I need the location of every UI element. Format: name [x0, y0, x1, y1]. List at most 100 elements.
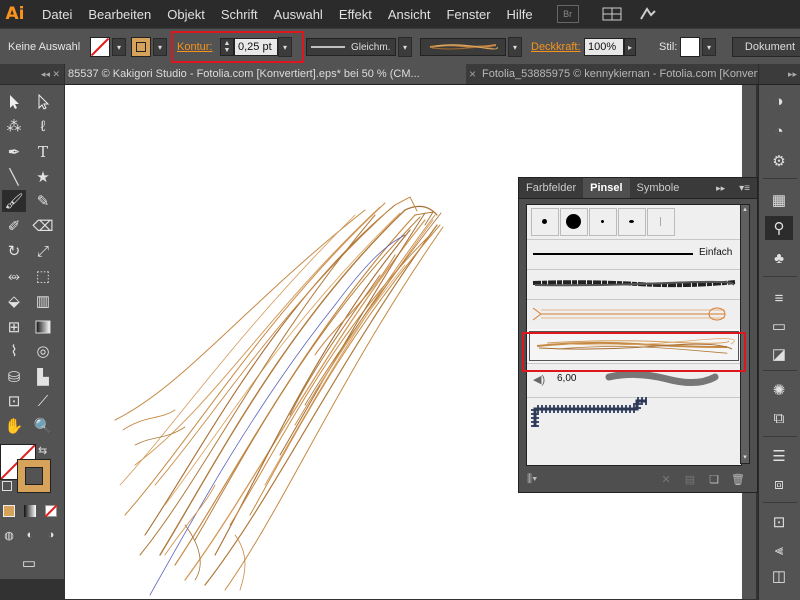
brush-libraries-icon[interactable]: ⫼▾ [527, 473, 537, 486]
panel-menu-icon[interactable]: ▾≡ [732, 178, 757, 198]
tab-close-icon[interactable]: × [469, 67, 476, 81]
paintbrush-tool-icon[interactable]: 🖌 [2, 190, 26, 212]
menu-objekt[interactable]: Objekt [159, 7, 213, 22]
color-guide-icon[interactable]: ◔ [765, 119, 793, 143]
gradient-tool-icon[interactable] [31, 316, 55, 338]
star-tool-icon[interactable]: ★ [31, 166, 55, 188]
brush-preset-2[interactable] [560, 208, 588, 236]
style-dropdown[interactable]: ▾ [702, 38, 716, 56]
symbols-icon[interactable]: ♣ [765, 246, 793, 270]
scale-tool-icon[interactable]: ⤢ [31, 240, 55, 262]
opacity-label[interactable]: Deckkraft: [531, 41, 581, 53]
kuler-icon[interactable]: ⚙ [765, 149, 793, 173]
default-colors-icon[interactable] [2, 481, 12, 491]
tab-document-2[interactable]: × Fotolia_53885975 © kennykiernan - Foto… [465, 64, 800, 84]
gradient-mode-icon[interactable] [21, 502, 39, 520]
pattern-brush-row[interactable] [527, 397, 741, 437]
stroke-swatch[interactable] [131, 37, 151, 57]
dock-header[interactable]: ▸▸ [759, 64, 800, 85]
swap-colors-icon[interactable]: ⇆ [38, 444, 47, 457]
artboards-icon[interactable]: ⧈ [765, 472, 793, 496]
color-panel-icon[interactable]: ◑ [765, 89, 793, 113]
pencil-tool-icon[interactable]: ✎ [31, 190, 55, 212]
menu-auswahl[interactable]: Auswahl [266, 7, 331, 22]
basic-brush-row[interactable]: Einfach [527, 239, 741, 270]
eraser-tool-icon[interactable]: ⌫ [31, 215, 55, 237]
remove-brush-stroke-icon[interactable]: ✕ [662, 473, 671, 486]
hand-tool-icon[interactable]: ✋ [2, 415, 26, 437]
type-tool-icon[interactable]: T [31, 141, 55, 163]
shape-builder-tool-icon[interactable]: ⬙ [2, 290, 26, 312]
tab-symbols[interactable]: Symbole [630, 178, 687, 198]
slice-tool-icon[interactable]: ⟋ [31, 390, 55, 412]
menu-bearbeiten[interactable]: Bearbeiten [80, 7, 159, 22]
document-setup-button[interactable]: Dokument [732, 37, 800, 57]
pathfinder-icon[interactable]: ◫ [765, 564, 793, 588]
eyedropper-tool-icon[interactable]: ⌇ [2, 340, 26, 362]
blend-tool-icon[interactable]: ◎ [31, 340, 55, 362]
blob-brush-tool-icon[interactable]: ✐ [2, 215, 26, 237]
stroke-profile-select[interactable]: Gleichm. [306, 38, 396, 56]
width-tool-icon[interactable]: ⥈ [2, 265, 26, 287]
tab-brushes[interactable]: Pinsel [583, 178, 630, 198]
panel-collapse-icon[interactable]: ▸▸ [709, 178, 732, 198]
brush-preset-1[interactable] [531, 208, 559, 236]
sync-settings-icon[interactable] [635, 5, 661, 23]
stroke-color-box[interactable] [17, 459, 51, 493]
stroke-dropdown[interactable]: ▾ [153, 38, 167, 56]
align-icon[interactable]: ⫷ [765, 538, 793, 562]
opacity-slider-toggle[interactable]: ▸ [624, 38, 636, 56]
stroke-profile-dropdown[interactable]: ▾ [398, 37, 412, 57]
color-mode-icon[interactable] [0, 502, 18, 520]
new-brush-icon[interactable]: ❏ [709, 473, 719, 486]
layers-icon[interactable]: ☰ [765, 444, 793, 468]
transform-icon[interactable]: ⊡ [765, 510, 793, 534]
free-transform-tool-icon[interactable]: ⬚ [31, 265, 55, 287]
column-graph-tool-icon[interactable]: ▙ [31, 366, 55, 388]
pen-tool-icon[interactable]: ✒ [2, 141, 26, 163]
lasso-tool-icon[interactable]: ℓ [31, 115, 55, 137]
swatches-icon[interactable]: ▦ [765, 188, 793, 212]
arrange-documents-icon[interactable] [599, 5, 625, 23]
menu-effekt[interactable]: Effekt [331, 7, 380, 22]
zoom-tool-icon[interactable]: 🔍 [31, 415, 55, 437]
brush-definition-select[interactable] [420, 38, 506, 56]
none-mode-icon[interactable] [42, 502, 60, 520]
bridge-button[interactable]: Br [556, 5, 579, 23]
arrow-brush-row[interactable] [527, 299, 741, 330]
stroke-panel-icon[interactable]: ≡ [765, 286, 793, 310]
style-swatch[interactable] [680, 37, 700, 57]
perspective-grid-tool-icon[interactable]: ▥ [31, 290, 55, 312]
menu-fenster[interactable]: Fenster [438, 7, 498, 22]
menu-datei[interactable]: Datei [34, 7, 80, 22]
delete-brush-icon[interactable]: 🗑 [731, 473, 745, 486]
appearance-icon[interactable]: ✺ [765, 378, 793, 402]
menu-hilfe[interactable]: Hilfe [499, 7, 541, 22]
tab-document-1[interactable]: 85537 © Kakigori Studio - Fotolia.com [K… [64, 64, 466, 84]
tools-panel-header[interactable]: ◂◂ ✕ [0, 64, 64, 85]
menu-schrift[interactable]: Schrift [213, 7, 266, 22]
draw-inside-icon[interactable]: ◑ [42, 526, 60, 544]
fill-dropdown[interactable]: ▾ [112, 38, 126, 56]
brushes-icon[interactable]: ⚲ [765, 216, 793, 240]
brush-definition-dropdown[interactable]: ▾ [508, 37, 522, 57]
screen-mode-icon[interactable]: ▭ [14, 552, 44, 574]
transparency-icon[interactable]: ◪ [765, 342, 793, 366]
fill-swatch[interactable] [90, 37, 110, 57]
brush-preset-5[interactable] [647, 208, 675, 236]
symbol-sprayer-tool-icon[interactable]: ⛁ [2, 366, 26, 388]
artboard-tool-icon[interactable]: ⊡ [2, 390, 26, 412]
selection-tool-icon[interactable] [2, 91, 26, 113]
brush-options-icon[interactable]: ▤ [685, 473, 695, 486]
draw-behind-icon[interactable]: ◐ [21, 526, 39, 544]
menu-ansicht[interactable]: Ansicht [380, 7, 439, 22]
charcoal-brush-row[interactable] [527, 269, 741, 300]
brush-preset-3[interactable] [589, 208, 617, 236]
mesh-tool-icon[interactable]: ⊞ [2, 316, 26, 338]
draw-normal-icon[interactable]: ◍ [0, 526, 18, 544]
graphic-styles-icon[interactable]: ⧉ [765, 406, 793, 430]
gradient-panel-icon[interactable]: ▭ [765, 314, 793, 338]
opacity-field[interactable]: 100% [584, 38, 624, 56]
rotate-tool-icon[interactable]: ↻ [2, 240, 26, 262]
direct-selection-tool-icon[interactable] [31, 91, 55, 113]
